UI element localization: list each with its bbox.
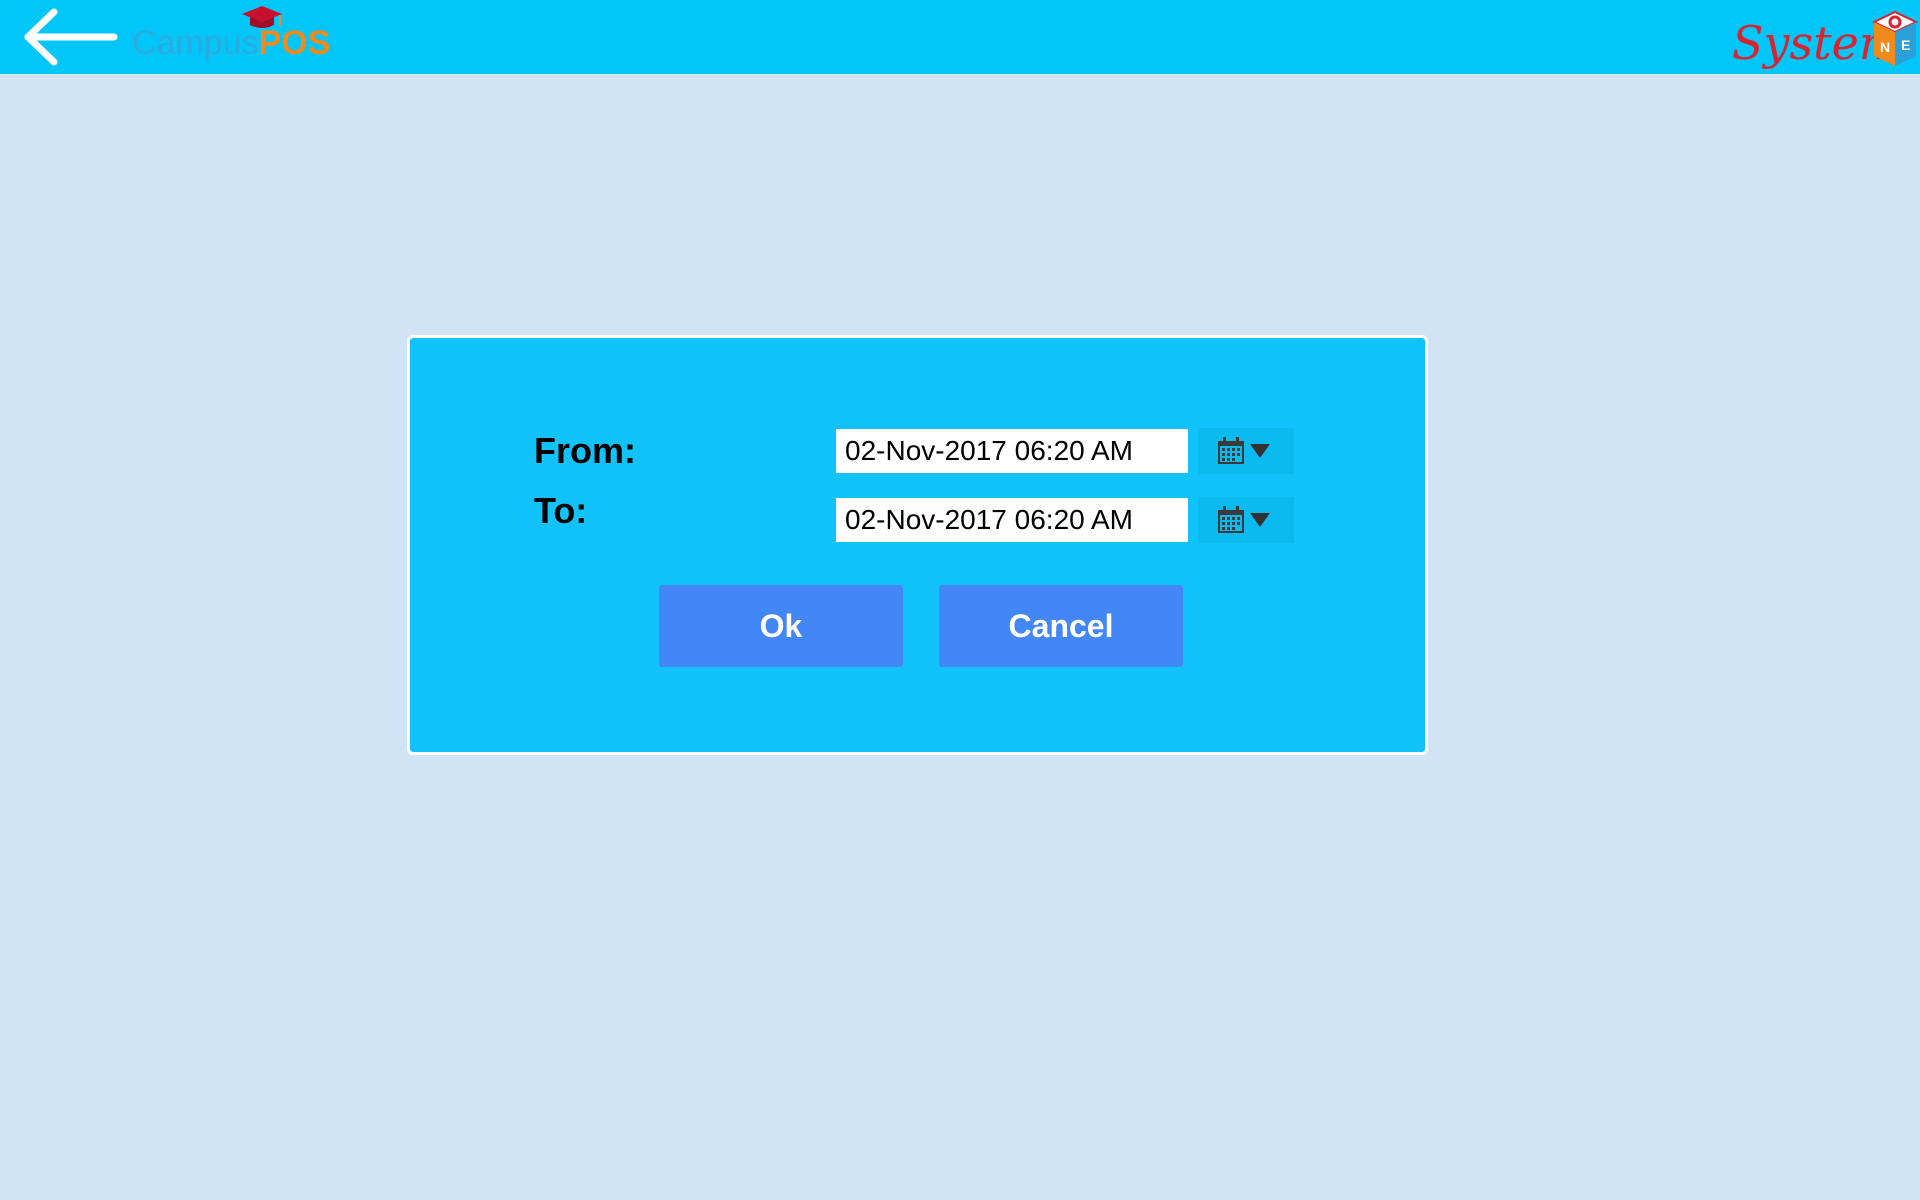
ok-button[interactable]: Ok: [659, 585, 903, 667]
pos-word: POS: [258, 24, 331, 62]
caret-down-icon: [1250, 513, 1270, 527]
from-date-picker-button[interactable]: [1198, 428, 1294, 474]
svg-text:N: N: [1880, 39, 1890, 55]
campus-word: Campus: [132, 24, 259, 62]
date-range-dialog: From: To:: [407, 335, 1428, 755]
campus-pos-logo: CampusPOS: [132, 4, 330, 70]
from-date-input[interactable]: [836, 429, 1188, 473]
calendar-icon: [1218, 437, 1244, 464]
cube-logo-icon: N E: [1872, 10, 1918, 66]
systeme-logo: System N E: [1726, 6, 1918, 72]
campus-pos-wordmark: CampusPOS: [132, 24, 330, 63]
cancel-button[interactable]: Cancel: [939, 585, 1183, 667]
top-bar: CampusPOS System N E: [0, 0, 1920, 74]
to-date-picker-button[interactable]: [1198, 497, 1294, 543]
back-button[interactable]: [20, 8, 120, 66]
from-label: From:: [534, 430, 636, 471]
to-date-input[interactable]: [836, 498, 1188, 542]
svg-text:E: E: [1901, 37, 1910, 53]
to-label: To:: [534, 490, 588, 531]
arrow-left-icon: [24, 8, 118, 66]
calendar-icon: [1218, 506, 1244, 533]
caret-down-icon: [1250, 444, 1270, 458]
